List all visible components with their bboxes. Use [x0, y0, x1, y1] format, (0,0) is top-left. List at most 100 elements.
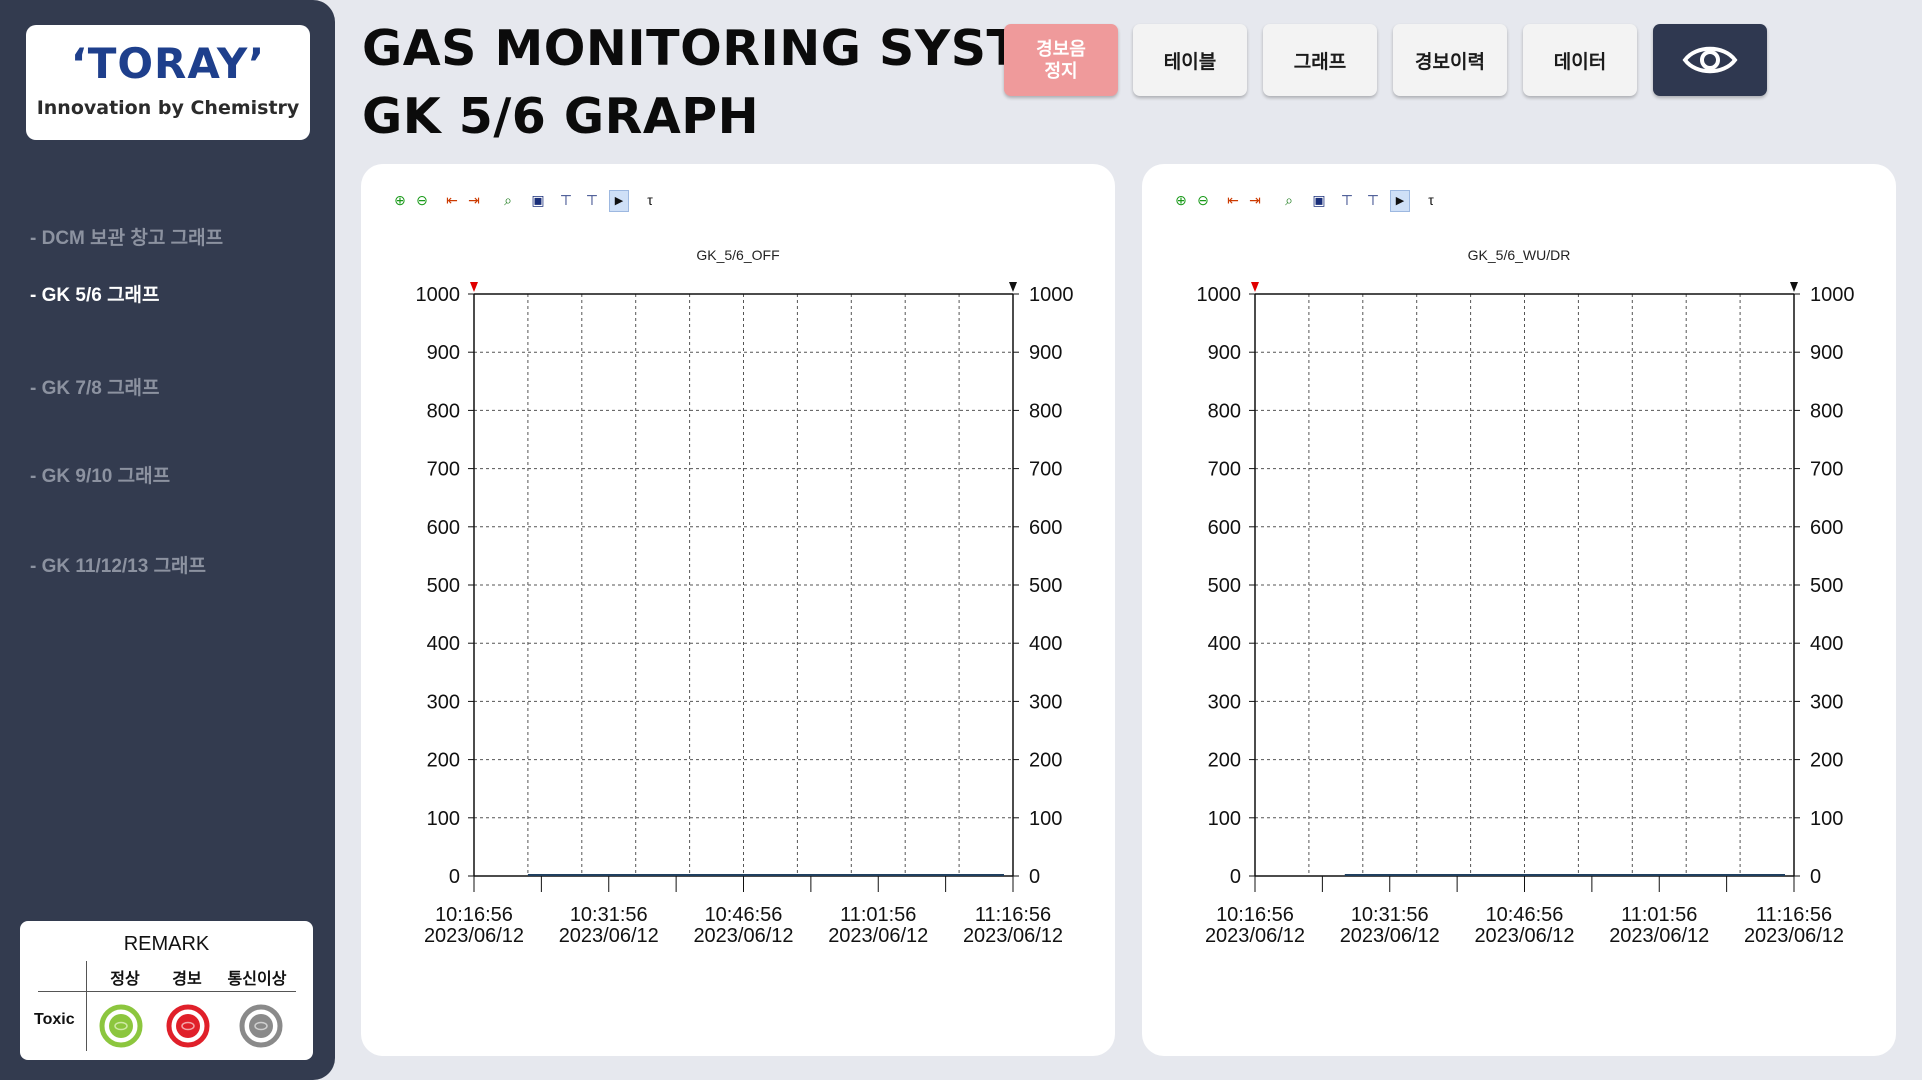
y-tick-label-left: 100: [1208, 808, 1241, 830]
remark-row-toxic: Toxic: [34, 1011, 75, 1028]
remark-divider: [38, 991, 296, 992]
y-tick-label-left: 200: [1208, 750, 1241, 772]
y-tick-label-left: 900: [1208, 342, 1241, 364]
x-tick-label-date: 2023/06/12: [424, 925, 524, 947]
y-tick-label-right: 600: [1810, 517, 1843, 539]
y-tick-label-left: 900: [427, 342, 460, 364]
y-tick-label-right: 1000: [1029, 284, 1074, 306]
y-tick-label-left: 500: [427, 575, 460, 597]
y-tick-label-right: 1000: [1810, 284, 1855, 306]
y-tick-label-right: 600: [1029, 517, 1062, 539]
y-tick-label-left: 400: [1208, 633, 1241, 655]
alarm-history-button[interactable]: 경보이력: [1393, 24, 1507, 96]
remark-col-comm-error: 통신이상: [227, 971, 287, 988]
page-subtitle: GK 5/6 GRAPH: [362, 88, 760, 145]
x-tick-label-time: 11:01:56: [1621, 904, 1697, 926]
x-tick-label-time: 11:16:56: [1756, 904, 1832, 926]
x-tick-label-time: 11:16:56: [975, 904, 1051, 926]
sidebar-item-gk78-graph[interactable]: - GK 7/8 그래프: [30, 373, 160, 400]
x-tick-label-date: 2023/06/12: [1609, 925, 1709, 947]
x-tick-label-date: 2023/06/12: [559, 925, 659, 947]
page-title: GAS MONITORING SYSTEM: [362, 20, 1104, 77]
data-button[interactable]: 데이터: [1523, 24, 1637, 96]
left-cursor-marker: [1251, 282, 1259, 292]
y-tick-label-right: 100: [1029, 808, 1062, 830]
logo: ʻTORAYʼ Innovation by Chemistry: [26, 25, 310, 140]
y-tick-label-left: 500: [1208, 575, 1241, 597]
x-tick-label-time: 10:31:56: [570, 904, 648, 926]
x-tick-label-time: 10:46:56: [705, 904, 783, 926]
y-tick-label-right: 0: [1029, 866, 1040, 888]
remark-divider-vertical: [86, 961, 87, 1051]
y-tick-label-right: 800: [1029, 400, 1062, 422]
x-tick-label-time: 10:31:56: [1351, 904, 1429, 926]
comm-error-lamp-icon: [239, 1004, 283, 1048]
y-tick-label-left: 0: [449, 866, 460, 888]
sidebar-item-gk111213-graph[interactable]: - GK 11/12/13 그래프: [30, 551, 206, 578]
y-tick-label-left: 600: [427, 517, 460, 539]
x-tick-label-date: 2023/06/12: [828, 925, 928, 947]
x-tick-label-date: 2023/06/12: [1340, 925, 1440, 947]
y-tick-label-left: 300: [1208, 691, 1241, 713]
y-tick-label-left: 200: [427, 750, 460, 772]
x-tick-label-date: 2023/06/12: [693, 925, 793, 947]
y-tick-label-right: 200: [1810, 750, 1843, 772]
x-tick-label-date: 2023/06/12: [1474, 925, 1574, 947]
y-tick-label-right: 400: [1029, 633, 1062, 655]
logo-tagline: Innovation by Chemistry: [36, 97, 300, 119]
remark-col-alarm: 경보: [172, 971, 202, 988]
right-cursor-marker: [1009, 282, 1017, 292]
remark-legend: REMARK 정상 경보 통신이상 Toxic: [20, 921, 313, 1060]
y-tick-label-right: 0: [1810, 866, 1821, 888]
y-tick-label-right: 300: [1810, 691, 1843, 713]
y-tick-label-right: 400: [1810, 633, 1843, 655]
left-cursor-marker: [470, 282, 478, 292]
x-tick-label-time: 10:46:56: [1486, 904, 1564, 926]
sidebar-item-dcm-graph[interactable]: - DCM 보관 창고 그래프: [30, 223, 223, 250]
y-tick-label-right: 300: [1029, 691, 1062, 713]
table-button[interactable]: 테이블: [1133, 24, 1247, 96]
y-tick-label-left: 0: [1230, 866, 1241, 888]
y-tick-label-right: 700: [1029, 459, 1062, 481]
y-tick-label-left: 800: [1208, 400, 1241, 422]
sidebar-item-gk56-graph[interactable]: - GK 5/6 그래프: [30, 280, 160, 307]
view-button[interactable]: [1653, 24, 1767, 96]
y-tick-label-right: 700: [1810, 459, 1843, 481]
x-tick-label-date: 2023/06/12: [1205, 925, 1305, 947]
y-tick-label-right: 200: [1029, 750, 1062, 772]
x-tick-label-time: 10:16:56: [435, 904, 513, 926]
y-tick-label-left: 300: [427, 691, 460, 713]
sidebar-item-gk910-graph[interactable]: - GK 9/10 그래프: [30, 461, 170, 488]
y-tick-label-left: 400: [427, 633, 460, 655]
alarm-stop-button[interactable]: 경보음 정지: [1004, 24, 1118, 96]
y-tick-label-left: 700: [427, 459, 460, 481]
y-tick-label-left: 600: [1208, 517, 1241, 539]
y-tick-label-right: 500: [1810, 575, 1843, 597]
y-tick-label-right: 900: [1810, 342, 1843, 364]
y-tick-label-left: 1000: [416, 284, 461, 306]
x-tick-label-time: 11:01:56: [840, 904, 916, 926]
y-tick-label-right: 100: [1810, 808, 1843, 830]
right-cursor-marker: [1790, 282, 1798, 292]
chart-svg: 0 0 100 100 200 200 300 300 400 400 500 500 600 600 70…: [1197, 282, 1855, 947]
x-tick-label-time: 10:16:56: [1216, 904, 1294, 926]
x-tick-label-date: 2023/06/12: [963, 925, 1063, 947]
remark-title: REMARK: [123, 933, 210, 955]
chart-svg: 0 0 100 100 200 200 300 300 400 400 500 500 600 600 70…: [416, 282, 1074, 947]
sidebar: ʻTORAYʼ Innovation by Chemistry - DCM 보관…: [0, 0, 335, 1080]
y-tick-label-left: 100: [427, 808, 460, 830]
graph-button[interactable]: 그래프: [1263, 24, 1377, 96]
y-tick-label-left: 800: [427, 400, 460, 422]
y-tick-label-left: 700: [1208, 459, 1241, 481]
logo-brand: ʻTORAYʼ: [70, 39, 266, 88]
y-tick-label-right: 900: [1029, 342, 1062, 364]
x-tick-label-date: 2023/06/12: [1744, 925, 1844, 947]
chart-panel-gk56-off: ⊕ ⊖ ⇤ ⇥ ⌕ ▣ ⊤ ⊤ ▶ τ GK_5/6_OFF 0 0 100 100 200 200 300 300…: [361, 164, 1115, 1056]
chart-panel-gk56-wudr: ⊕ ⊖ ⇤ ⇥ ⌕ ▣ ⊤ ⊤ ▶ τ GK_5/6_WU/DR 0 0 100 100 200 200 300 3…: [1142, 164, 1896, 1056]
y-tick-label-left: 1000: [1197, 284, 1242, 306]
normal-lamp-icon: [99, 1004, 143, 1048]
remark-col-normal: 정상: [110, 971, 140, 988]
eye-icon: [1682, 46, 1738, 74]
y-tick-label-right: 800: [1810, 400, 1843, 422]
alarm-lamp-icon: [166, 1004, 210, 1048]
